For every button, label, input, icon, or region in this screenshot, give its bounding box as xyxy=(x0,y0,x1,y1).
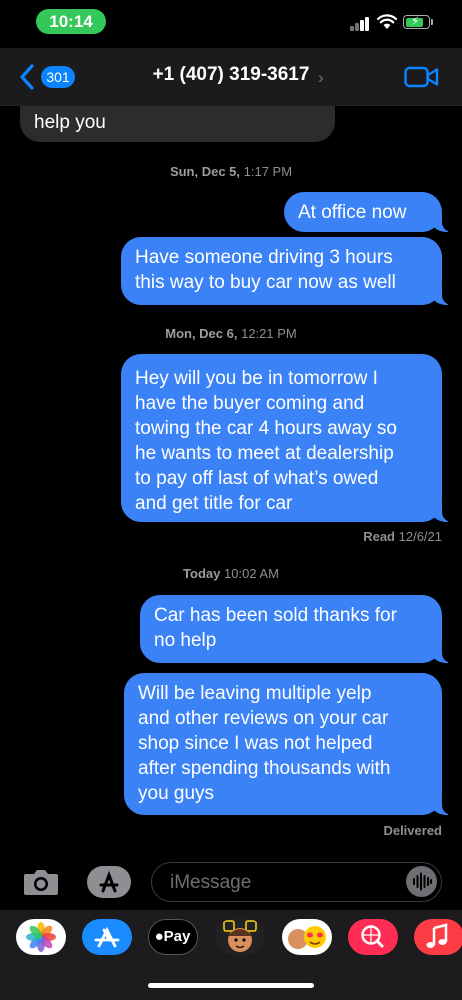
message-line: this way to buy car now as well xyxy=(135,272,396,293)
message-line: and other reviews on your car xyxy=(138,708,389,729)
status-bar: 10:14 ⚡ xyxy=(0,0,462,48)
message-line: Will be leaving multiple yelp xyxy=(138,683,372,704)
memoji-app-icon[interactable] xyxy=(215,919,265,955)
outgoing-message[interactable]: Have someone driving 3 hours this way to… xyxy=(121,237,452,305)
outgoing-message[interactable]: At office now xyxy=(284,192,452,232)
timestamp: Sun, Dec 5, 1:17 PM xyxy=(169,164,293,179)
message-input-placeholder: iMessage xyxy=(170,872,252,893)
photos-app-icon[interactable] xyxy=(16,919,66,955)
conversation-header: 301 +1 (407) 319-3617 › xyxy=(0,48,462,106)
message-line: to pay off last of what’s owed xyxy=(135,468,379,489)
outgoing-message[interactable]: Hey will you be in tomorrow I have the b… xyxy=(121,354,452,522)
message-line: after spending thousands with xyxy=(138,758,391,779)
message-line: no help xyxy=(154,630,217,651)
status-time[interactable]: 10:14 xyxy=(36,9,106,34)
wifi-icon xyxy=(377,14,397,29)
outgoing-message[interactable]: Car has been sold thanks for no help xyxy=(140,595,452,663)
message-line: you guys xyxy=(138,783,215,804)
timestamp: Mon, Dec 6, 12:21 PM xyxy=(165,326,297,341)
chevron-right-icon[interactable]: › xyxy=(318,68,324,88)
message-thread[interactable]: help you Sun, Dec 5, 1:17 PM At office n… xyxy=(0,106,462,854)
apple-pay-app-icon[interactable]: ●Pay xyxy=(148,919,198,955)
message-text: help you xyxy=(34,112,106,133)
contact-title[interactable]: +1 (407) 319-3617 xyxy=(0,64,462,86)
battery-tip xyxy=(431,19,433,25)
message-line: Car has been sold thanks for xyxy=(154,605,397,626)
contact-name: +1 (407) 319-3617 xyxy=(152,64,310,85)
memoji-stickers-app-icon[interactable] xyxy=(282,919,332,955)
battery-icon: ⚡ xyxy=(403,14,430,29)
read-receipt: Read 12/6/21 xyxy=(363,529,442,544)
message-text: At office now xyxy=(298,202,407,223)
message-line: shop since I was not helped xyxy=(138,733,373,754)
apple-logo-icon: ● xyxy=(154,928,164,945)
cellular-signal-icon xyxy=(350,17,372,31)
message-line: towing the car 4 hours away so xyxy=(135,418,397,439)
outgoing-message[interactable]: Will be leaving multiple yelp and other … xyxy=(124,673,452,815)
apple-pay-label: Pay xyxy=(163,928,191,945)
delivered-receipt: Delivered xyxy=(383,823,442,838)
timestamp: Today 10:02 AM xyxy=(183,566,279,581)
audio-message-icon[interactable] xyxy=(406,866,437,897)
compose-bar: iMessage xyxy=(0,854,462,910)
app-store-toggle-icon[interactable] xyxy=(86,865,132,899)
camera-icon[interactable] xyxy=(22,867,60,897)
home-indicator[interactable] xyxy=(148,983,314,988)
message-line: Have someone driving 3 hours xyxy=(135,247,393,268)
message-line: he wants to meet at dealership xyxy=(135,443,394,464)
message-line: have the buyer coming and xyxy=(135,393,365,414)
message-line: Hey will you be in tomorrow I xyxy=(135,368,378,389)
music-app-icon[interactable] xyxy=(414,919,462,955)
incoming-message[interactable]: help you xyxy=(20,106,335,142)
message-line: and get title for car xyxy=(135,493,293,514)
app-store-app-icon[interactable] xyxy=(82,919,132,955)
video-call-icon[interactable] xyxy=(404,66,439,88)
message-input[interactable]: iMessage xyxy=(151,862,442,902)
web-search-app-icon[interactable] xyxy=(348,919,398,955)
